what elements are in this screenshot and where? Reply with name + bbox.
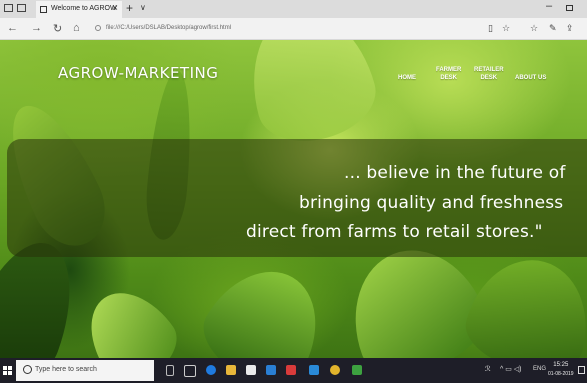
nav-label: RETAILER <box>474 67 504 73</box>
language-indicator[interactable]: ENG <box>533 366 546 372</box>
favorites-hub-icon[interactable]: ☆ <box>530 23 538 34</box>
store-icon[interactable] <box>246 365 256 375</box>
nav-retailer-desk-link[interactable]: RETAILER DESK <box>474 66 504 82</box>
windows-start-icon[interactable] <box>3 366 12 375</box>
refresh-icon[interactable]: ↻ <box>53 22 62 35</box>
reading-view-icon[interactable]: ▯ <box>488 23 493 34</box>
window-maximize-button[interactable] <box>566 5 573 11</box>
visual-studio-icon[interactable] <box>309 365 319 375</box>
web-page: AGROW-MARKETING HOME FARMER DESK RETAILE… <box>0 40 587 358</box>
people-icon[interactable]: ℛ <box>485 365 491 373</box>
taskbar-search-box[interactable]: Type here to search <box>16 360 154 381</box>
browser-address-bar: ← → ↻ ⌂ file:///C:/Users/DSLAB/Desktop/a… <box>0 18 587 40</box>
share-icon[interactable]: ⇪ <box>566 23 574 34</box>
file-explorer-icon[interactable] <box>226 365 236 375</box>
search-placeholder: Type here to search <box>35 366 97 373</box>
nav-label: DESK <box>440 75 457 81</box>
nav-label: DESK <box>480 75 498 81</box>
nav-about-us-link[interactable]: ABOUT US <box>515 74 546 82</box>
tea-leaf-background <box>457 246 587 358</box>
page-favicon-icon <box>40 6 47 13</box>
quote-line-1: ... believe in the future of <box>344 163 566 183</box>
clock-time: 15:25 <box>553 362 569 368</box>
quote-line-3: direct from farms to retail stores." <box>246 222 543 242</box>
windows-taskbar: Type here to search ℛ ^ ▭ ◁) ENG 15:25 0… <box>0 358 587 383</box>
new-tab-button[interactable]: + <box>126 1 133 15</box>
tea-leaf-background <box>71 275 189 358</box>
nav-farmer-desk-link[interactable]: FARMER DESK <box>436 66 461 82</box>
quote-line-2: bringing quality and freshness <box>299 193 564 213</box>
site-brand-logo[interactable]: AGROW-MARKETING <box>58 64 218 82</box>
browser-tab[interactable]: Welcome to AGROW × <box>36 1 122 18</box>
microphone-icon[interactable] <box>166 365 174 376</box>
back-arrow-icon[interactable]: ← <box>7 22 18 34</box>
tab-close-icon[interactable]: × <box>112 3 118 14</box>
browser-tab-strip: Welcome to AGROW × + ∨ – <box>0 0 587 18</box>
favorite-star-icon[interactable]: ☆ <box>502 23 510 34</box>
tab-preview-chevron-icon[interactable]: ∨ <box>140 3 146 12</box>
tea-leaf-background <box>189 249 341 358</box>
cortana-icon <box>23 365 32 374</box>
site-info-icon[interactable] <box>95 25 101 31</box>
set-tabs-aside-icon[interactable] <box>17 4 26 12</box>
tea-leaf-background <box>235 40 385 154</box>
action-center-icon[interactable] <box>578 366 585 374</box>
tab-title: Welcome to AGROW <box>51 5 117 12</box>
tab-actions-icon[interactable] <box>4 4 13 12</box>
edge-browser-icon[interactable] <box>206 365 216 375</box>
nav-home-link[interactable]: HOME <box>398 74 416 82</box>
web-notes-icon[interactable]: ✎ <box>549 23 557 34</box>
home-icon[interactable]: ⌂ <box>73 22 80 34</box>
notepad-plus-icon[interactable] <box>352 365 362 375</box>
nav-label: FARMER <box>436 67 462 73</box>
clock-date: 01-08-2019 <box>548 371 574 377</box>
url-field[interactable]: file:///C:/Users/DSLAB/Desktop/agrow/fir… <box>106 25 231 31</box>
window-minimize-button[interactable]: – <box>546 0 552 12</box>
taskbar-clock[interactable]: 15:25 01-08-2019 <box>548 361 574 379</box>
app-icon[interactable] <box>286 365 296 375</box>
system-tray-icons[interactable]: ^ ▭ ◁) <box>500 365 522 373</box>
forward-arrow-icon[interactable]: → <box>31 22 42 34</box>
mail-icon[interactable] <box>266 365 276 375</box>
chrome-icon[interactable] <box>330 365 340 375</box>
task-view-icon[interactable] <box>184 365 196 377</box>
